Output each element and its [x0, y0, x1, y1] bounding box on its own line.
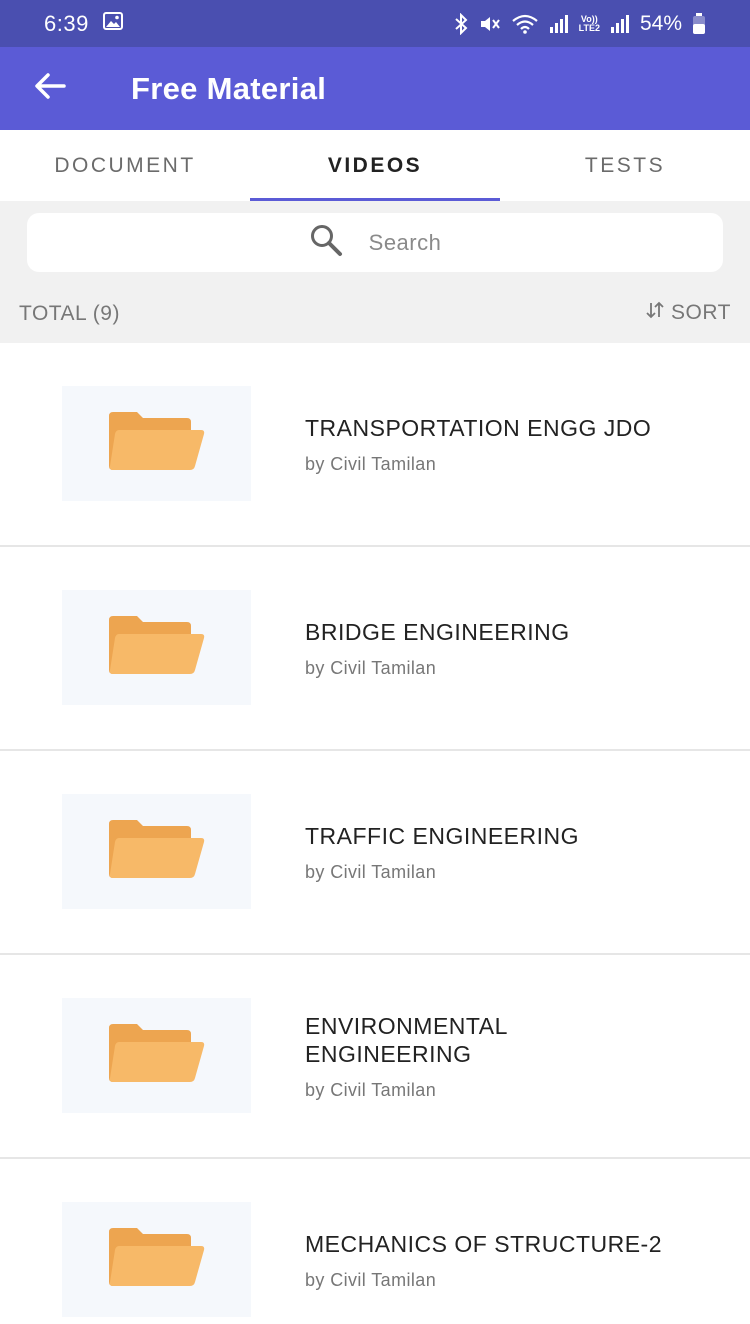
- folder-icon: [108, 1228, 205, 1291]
- filter-area: Search TOTAL (9) SORT: [0, 201, 750, 343]
- item-title: TRAFFIC ENGINEERING: [305, 822, 580, 849]
- item-author: by Civil Tamilan: [305, 453, 437, 474]
- item-title: BRIDGE ENGINEERING: [305, 618, 570, 645]
- item-title: TRANSPORTATION ENGG JDO: [305, 414, 652, 441]
- search-placeholder: Search: [368, 229, 442, 255]
- mute-icon: [479, 14, 501, 34]
- signal-icon: [549, 14, 569, 33]
- item-text: TRAFFIC ENGINEERING by Civil Tamilan: [305, 751, 725, 953]
- app-bar: Free Material: [0, 47, 750, 130]
- tab-bar: DOCUMENT VIDEOS TESTS: [0, 130, 750, 201]
- status-time: 6:39: [44, 10, 89, 36]
- tab-document[interactable]: DOCUMENT: [0, 130, 250, 201]
- list-item[interactable]: MECHANICS OF STRUCTURE-2 by Civil Tamila…: [0, 1159, 750, 1324]
- search-input[interactable]: Search: [27, 213, 723, 272]
- sort-label: SORT: [671, 301, 731, 324]
- back-button[interactable]: [0, 47, 100, 130]
- item-text: BRIDGE ENGINEERING by Civil Tamilan: [305, 547, 725, 749]
- signal-2-icon: [610, 14, 630, 33]
- item-author: by Civil Tamilan: [305, 861, 437, 882]
- list-item[interactable]: BRIDGE ENGINEERING by Civil Tamilan: [0, 547, 750, 751]
- sort-button[interactable]: SORT: [645, 300, 731, 326]
- folder-icon: [108, 820, 205, 883]
- item-text: MECHANICS OF STRUCTURE-2 by Civil Tamila…: [305, 1159, 725, 1324]
- folder-icon: [108, 1024, 205, 1087]
- folder-thumbnail: [62, 590, 251, 705]
- folder-thumbnail: [62, 794, 251, 909]
- list-item[interactable]: ENVIRONMENTAL ENGINEERING by Civil Tamil…: [0, 955, 750, 1159]
- folder-icon: [108, 412, 205, 475]
- lte-indicator: Vo)) LTE2: [578, 13, 600, 33]
- folder-thumbnail: [62, 1202, 251, 1317]
- wifi-icon: [511, 14, 539, 34]
- folder-thumbnail: [62, 386, 251, 501]
- item-author: by Civil Tamilan: [305, 1079, 437, 1100]
- status-left: 6:39: [44, 11, 123, 37]
- list-item[interactable]: TRAFFIC ENGINEERING by Civil Tamilan: [0, 751, 750, 955]
- item-text: ENVIRONMENTAL ENGINEERING by Civil Tamil…: [305, 955, 725, 1157]
- sort-icon: [645, 300, 665, 326]
- status-right: Vo)) LTE2 54%: [453, 12, 706, 36]
- item-text: TRANSPORTATION ENGG JDO by Civil Tamilan: [305, 343, 725, 545]
- search-icon: [309, 223, 343, 262]
- arrow-left-icon: [34, 72, 66, 105]
- item-title: MECHANICS OF STRUCTURE-2: [305, 1230, 663, 1257]
- item-author: by Civil Tamilan: [305, 657, 437, 678]
- tab-tests[interactable]: TESTS: [500, 130, 750, 201]
- folder-icon: [108, 616, 205, 679]
- battery-percent: 54%: [639, 11, 682, 35]
- battery-icon: [692, 12, 706, 35]
- gallery-icon: [102, 12, 123, 35]
- folder-thumbnail: [62, 998, 251, 1113]
- item-author: by Civil Tamilan: [305, 1269, 437, 1290]
- total-count: TOTAL (9): [19, 302, 120, 325]
- item-title: ENVIRONMENTAL ENGINEERING: [305, 1012, 508, 1067]
- list-item[interactable]: TRANSPORTATION ENGG JDO by Civil Tamilan: [0, 343, 750, 547]
- status-bar: 6:39 Vo)) LTE2 54%: [0, 0, 750, 47]
- tab-videos[interactable]: VIDEOS: [250, 130, 500, 201]
- page-title: Free Material: [131, 70, 327, 106]
- material-list: TRANSPORTATION ENGG JDO by Civil Tamilan…: [0, 343, 750, 1324]
- bluetooth-icon: [453, 12, 469, 35]
